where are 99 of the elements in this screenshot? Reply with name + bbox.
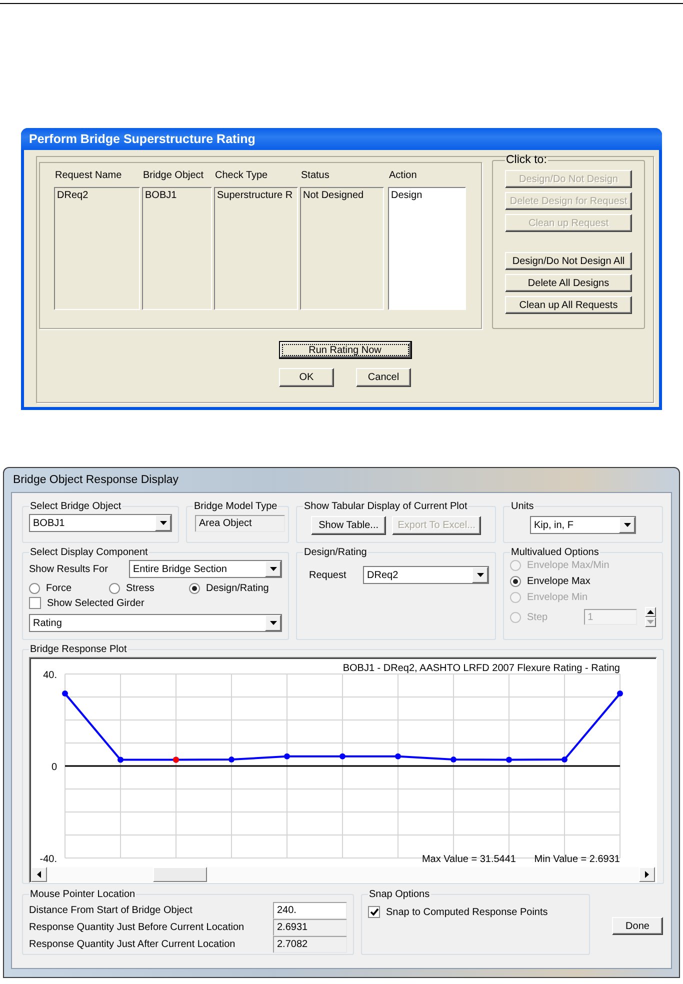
dropdown-button[interactable] [265, 561, 281, 577]
checkbox[interactable] [368, 906, 380, 918]
group-title: Units [510, 501, 535, 512]
axis-label: -40. [40, 854, 57, 865]
radio-label: Design/Rating [206, 583, 269, 594]
data-point[interactable] [395, 753, 401, 760]
radio-button[interactable] [510, 576, 521, 586]
action-button[interactable]: Clean up All Requests [505, 296, 632, 314]
axis-label: 0 [51, 762, 57, 773]
column-header: Bridge Object [142, 170, 205, 183]
list-cell-text: BOBJ1 [145, 190, 178, 203]
value-field[interactable]: 2.6931 [273, 919, 347, 936]
list-cell-text: Not Designed [303, 190, 365, 203]
spin-buttons[interactable] [645, 607, 656, 627]
radio-label: Stress [126, 583, 154, 594]
up-arrow-icon [647, 610, 654, 614]
radio-label: Envelope Max/Min [527, 560, 610, 570]
data-point[interactable] [62, 690, 68, 697]
dropdown-button[interactable] [472, 567, 488, 583]
list-column[interactable]: DReq2 [54, 187, 140, 310]
group-title: Click to: [505, 154, 548, 166]
group-title: Bridge Response Plot [29, 644, 128, 655]
max-value-label: Max Value = 31.5441 [422, 854, 516, 865]
checkbox-label: Snap to Computed Response Points [386, 906, 548, 918]
field-label: Response Quantity Just After Current Location [29, 939, 236, 950]
column-header: Status [300, 170, 330, 183]
list-cell-text: Superstructure R [217, 190, 294, 203]
dropdown-button[interactable] [265, 615, 281, 631]
group-title: Show Tabular Display of Current Plot [303, 501, 468, 512]
data-point[interactable] [340, 753, 346, 760]
radio-label: Step [527, 612, 548, 622]
caret-icon [624, 523, 630, 527]
data-point[interactable] [228, 756, 234, 763]
list-column[interactable]: Not Designed [300, 187, 384, 310]
data-point[interactable] [450, 756, 456, 763]
dropdown-button[interactable] [155, 515, 171, 531]
axis-label: 40. [43, 670, 57, 681]
group-title: Multivalued Options [510, 547, 600, 558]
list-column[interactable]: Design [388, 187, 466, 310]
data-point[interactable] [562, 756, 568, 763]
window-title: Bridge Object Response Display [13, 474, 179, 486]
group-title: Select Bridge Object [29, 501, 122, 512]
left-arrow-icon [37, 871, 41, 878]
dialog-button[interactable]: Cancel [356, 368, 411, 387]
group-title: Mouse Pointer Location [29, 889, 136, 900]
caret-icon [476, 573, 484, 577]
radio-button[interactable] [29, 583, 40, 594]
list-cell-text: DReq2 [57, 190, 90, 203]
action-button[interactable]: Design/Do Not Design All [505, 252, 632, 270]
value-field[interactable]: 240. [273, 902, 347, 919]
checkmark-icon [370, 908, 378, 916]
checkbox-label: Show Selected Girder [47, 598, 144, 608]
value-field[interactable]: 2.7082 [273, 936, 347, 953]
caret-icon [160, 521, 166, 525]
group-title: Select Display Component [29, 547, 149, 558]
column-header: Check Type [214, 170, 269, 183]
column-header: Request Name [54, 170, 123, 183]
data-point[interactable] [617, 690, 623, 697]
min-value-label: Min Value = 2.6931 [534, 854, 620, 865]
column-header: Action [388, 170, 418, 183]
list-column[interactable]: Superstructure R [214, 187, 298, 310]
field-label: Response Quantity Just Before Current Location [29, 922, 244, 933]
caret-icon [270, 567, 276, 571]
model-type-field: Area Object [195, 515, 285, 532]
table-button[interactable]: Show Table... [311, 516, 386, 535]
run-rating-button[interactable]: Run Rating Now [278, 341, 412, 359]
dropdown[interactable]: Kip, in, F [530, 516, 636, 534]
dialog-button[interactable]: OK [279, 368, 334, 387]
scrollbar[interactable] [31, 867, 655, 882]
checkbox[interactable] [29, 597, 41, 609]
right-arrow-icon [645, 871, 649, 878]
data-point[interactable] [118, 756, 124, 763]
caret-icon [270, 621, 276, 625]
radio-button[interactable] [189, 583, 200, 594]
radio-button[interactable] [109, 583, 120, 594]
radio-label: Envelope Max [527, 576, 590, 586]
radio-label: Envelope Min [527, 592, 588, 602]
down-arrow-icon [647, 620, 654, 624]
field-label: Request [309, 570, 348, 580]
window-title: Perform Bridge Superstructure Rating [29, 132, 256, 146]
dropdown[interactable]: Rating [29, 614, 282, 632]
chart-title: BOBJ1 - DReq2, AASHTO LRFD 2007 Flexure Rating - Rating [342, 663, 620, 674]
group-title: Bridge Model Type [193, 501, 278, 512]
list-cell-text: Design [391, 190, 424, 203]
field-label: Show Results For [29, 564, 109, 574]
dropdown[interactable]: DReq2 [363, 566, 489, 584]
action-button[interactable]: Delete All Designs [505, 274, 632, 292]
done-button[interactable]: Done [612, 917, 663, 935]
data-point[interactable] [506, 756, 512, 763]
radio-label: Force [46, 583, 72, 594]
dropdown[interactable]: Entire Bridge Section [129, 560, 282, 578]
group-title: Snap Options [368, 889, 431, 900]
dropdown[interactable]: BOBJ1 [29, 514, 172, 532]
data-point[interactable] [284, 753, 290, 760]
scroll-thumb[interactable] [153, 867, 207, 882]
list-column[interactable]: BOBJ1 [142, 187, 212, 310]
dropdown-button[interactable] [619, 517, 635, 533]
group-title: Design/Rating [303, 547, 368, 558]
field-label: Distance From Start of Bridge Object [29, 905, 192, 916]
